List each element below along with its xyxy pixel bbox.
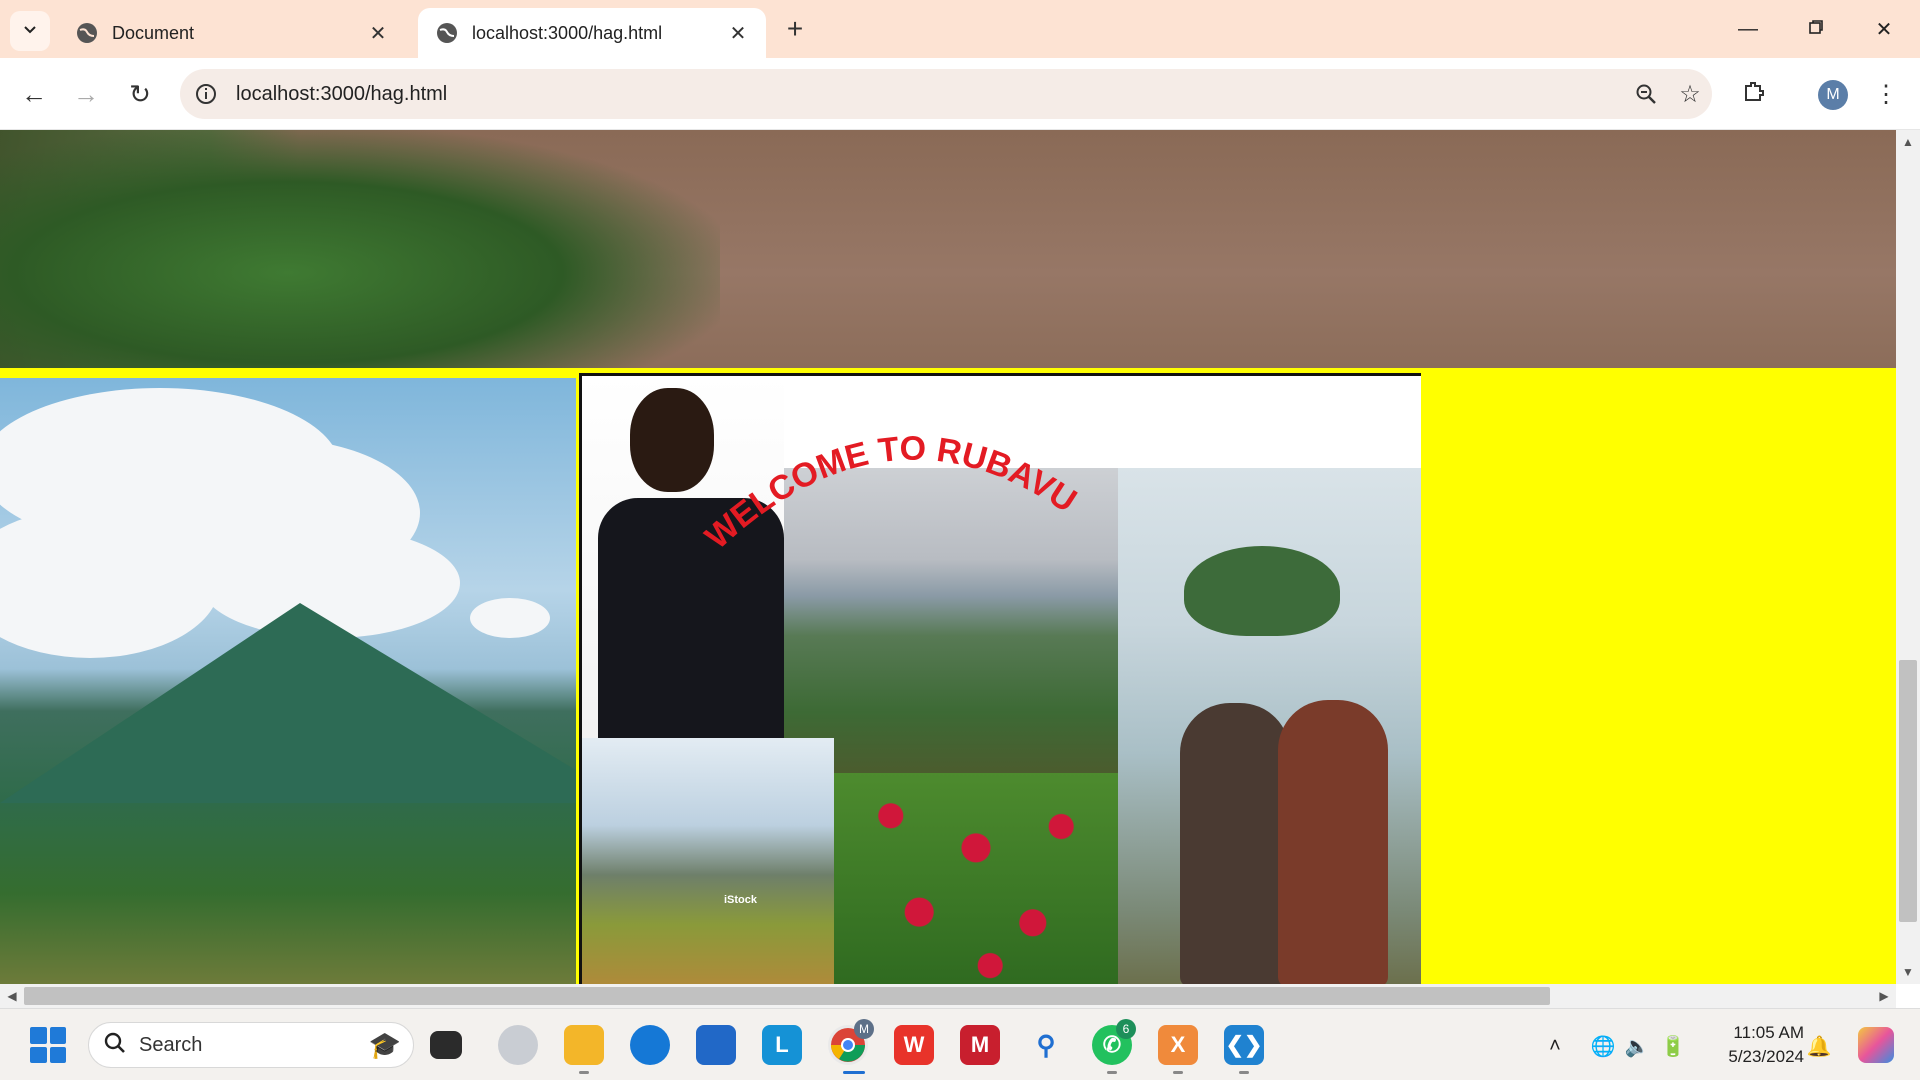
profile-avatar[interactable]: M bbox=[1818, 80, 1848, 110]
tab-document[interactable]: Document ✕ bbox=[58, 8, 406, 58]
tab-hag[interactable]: localhost:3000/hag.html ✕ bbox=[418, 8, 766, 58]
active-indicator bbox=[843, 1071, 865, 1074]
close-icon[interactable]: ✕ bbox=[728, 23, 748, 45]
reload-icon: ↻ bbox=[129, 78, 151, 109]
running-indicator bbox=[1239, 1071, 1249, 1074]
mcafee-icon[interactable]: M bbox=[960, 1025, 1000, 1065]
welcome-text: WELCOME TO RUBAVU bbox=[698, 430, 1083, 557]
kebab-menu-icon: ⋮ bbox=[1874, 80, 1898, 108]
scroll-thumb[interactable] bbox=[1899, 660, 1917, 922]
stock-watermark: iStock bbox=[724, 894, 758, 906]
restore-button[interactable] bbox=[1796, 12, 1836, 46]
zoom-icon[interactable] bbox=[1624, 72, 1668, 116]
tab-label: localhost:3000/hag.html bbox=[472, 22, 663, 43]
edge-icon[interactable] bbox=[630, 1025, 670, 1065]
scroll-up-icon[interactable]: ▲ bbox=[1896, 132, 1920, 152]
search-label: Search bbox=[139, 1033, 203, 1056]
network-globe-icon[interactable]: 🌐 bbox=[1590, 1033, 1616, 1059]
graduation-cap-icon: 🎓 bbox=[368, 1029, 401, 1060]
system-clock[interactable]: 11:05 AM 5/23/2024 bbox=[1708, 1021, 1804, 1069]
hero-image bbox=[0, 130, 1896, 368]
wps-icon[interactable]: W bbox=[894, 1025, 934, 1065]
scroll-thumb[interactable] bbox=[24, 987, 1550, 1005]
notification-bell-icon[interactable]: 🔔 bbox=[1806, 1033, 1832, 1059]
collage-lake-view bbox=[1118, 468, 1421, 984]
url-text: localhost:3000/hag.html bbox=[236, 82, 448, 105]
svg-text:WELCOME TO RUBAVU: WELCOME TO RUBAVU bbox=[698, 430, 1083, 557]
mountain-photo bbox=[0, 378, 576, 984]
lake-island bbox=[1184, 546, 1340, 636]
hero-grass bbox=[0, 130, 720, 368]
scroll-left-icon[interactable]: ◀ bbox=[2, 984, 22, 1008]
mountain-peak bbox=[0, 603, 576, 803]
l-app-icon[interactable]: L bbox=[762, 1025, 802, 1065]
running-indicator bbox=[1173, 1071, 1183, 1074]
running-indicator bbox=[1107, 1071, 1117, 1074]
puzzle-icon bbox=[1742, 79, 1766, 110]
menu-button[interactable]: ⋮ bbox=[1866, 74, 1906, 114]
chrome-profile-badge: M bbox=[854, 1019, 874, 1039]
close-icon: ✕ bbox=[1875, 18, 1893, 41]
store-icon[interactable] bbox=[696, 1025, 736, 1065]
sitting-person bbox=[1278, 700, 1388, 984]
windows-taskbar: Search 🎓 L M W M ⚲ ✆ 6 X ❮❯ ˄ 🌐 🔈 🔋 11:0… bbox=[0, 1008, 1920, 1080]
arrow-left-icon: ← bbox=[21, 78, 47, 109]
vertical-scrollbar[interactable]: ▲ ▼ bbox=[1896, 130, 1920, 984]
xampp-icon[interactable]: X bbox=[1158, 1025, 1198, 1065]
windows-logo-tile bbox=[49, 1046, 66, 1063]
chevron-down-icon bbox=[22, 21, 38, 42]
new-tab-button[interactable]: + bbox=[780, 13, 810, 44]
rubavu-collage: iStock WELCOME TO RUBAVU bbox=[579, 373, 1421, 984]
battery-icon[interactable]: 🔋 bbox=[1660, 1033, 1686, 1059]
forward-button[interactable]: → bbox=[66, 74, 106, 114]
reload-button[interactable]: ↻ bbox=[120, 74, 160, 114]
tab-search-button[interactable] bbox=[10, 11, 50, 51]
restore-icon bbox=[1808, 18, 1824, 41]
taskbar-search[interactable]: Search 🎓 bbox=[88, 1022, 414, 1068]
arrow-right-icon: → bbox=[73, 78, 99, 109]
chevron-up-icon[interactable]: ˄ bbox=[1542, 1033, 1568, 1059]
search-app-icon[interactable]: ⚲ bbox=[1026, 1025, 1066, 1065]
close-icon[interactable]: ✕ bbox=[368, 23, 388, 45]
clock-date: 5/23/2024 bbox=[1728, 1047, 1804, 1066]
bookmark-star-icon[interactable]: ☆ bbox=[1668, 72, 1712, 116]
plus-icon: + bbox=[786, 13, 804, 44]
browser-toolbar: ← → ↻ localhost:3000/hag.html ☆ M ⋮ bbox=[0, 58, 1920, 130]
close-window-button[interactable]: ✕ bbox=[1864, 12, 1904, 46]
back-button[interactable]: ← bbox=[14, 74, 54, 114]
task-view-icon[interactable] bbox=[430, 1031, 462, 1059]
file-explorer-icon[interactable] bbox=[564, 1025, 604, 1065]
collage-flowers bbox=[834, 773, 1118, 984]
copilot-icon[interactable] bbox=[498, 1025, 538, 1065]
windows-logo-tile bbox=[30, 1046, 47, 1063]
sitting-person bbox=[1180, 703, 1290, 984]
search-icon bbox=[103, 1031, 127, 1060]
welcome-banner: WELCOME TO RUBAVU bbox=[698, 430, 1083, 557]
tab-label: Document bbox=[112, 22, 195, 43]
start-button[interactable] bbox=[30, 1027, 66, 1063]
page-viewport: iStock WELCOME TO RUBAVU bbox=[0, 130, 1896, 984]
site-info-icon[interactable] bbox=[192, 80, 220, 108]
horizontal-scrollbar[interactable]: ◀ ▶ bbox=[0, 984, 1896, 1008]
windows-logo-tile bbox=[30, 1027, 47, 1044]
collage-volcano-view: iStock bbox=[582, 738, 834, 984]
scroll-down-icon[interactable]: ▼ bbox=[1896, 962, 1920, 982]
extensions-button[interactable] bbox=[1734, 74, 1774, 114]
copilot-pre-icon[interactable] bbox=[1858, 1027, 1894, 1063]
minimize-icon: — bbox=[1738, 17, 1758, 40]
windows-logo-tile bbox=[49, 1027, 66, 1044]
volume-icon[interactable]: 🔈 bbox=[1624, 1033, 1650, 1059]
minimize-button[interactable]: — bbox=[1728, 12, 1768, 46]
running-indicator bbox=[579, 1071, 589, 1074]
whatsapp-badge: 6 bbox=[1116, 1019, 1136, 1039]
address-bar[interactable]: localhost:3000/hag.html ☆ bbox=[180, 69, 1712, 119]
globe-icon bbox=[436, 22, 458, 44]
globe-icon bbox=[76, 22, 98, 44]
vscode-icon[interactable]: ❮❯ bbox=[1224, 1025, 1264, 1065]
tab-strip: Document ✕ localhost:3000/hag.html ✕ + —… bbox=[0, 0, 1920, 58]
scroll-right-icon[interactable]: ▶ bbox=[1874, 984, 1894, 1008]
clock-time: 11:05 AM bbox=[1733, 1023, 1804, 1042]
